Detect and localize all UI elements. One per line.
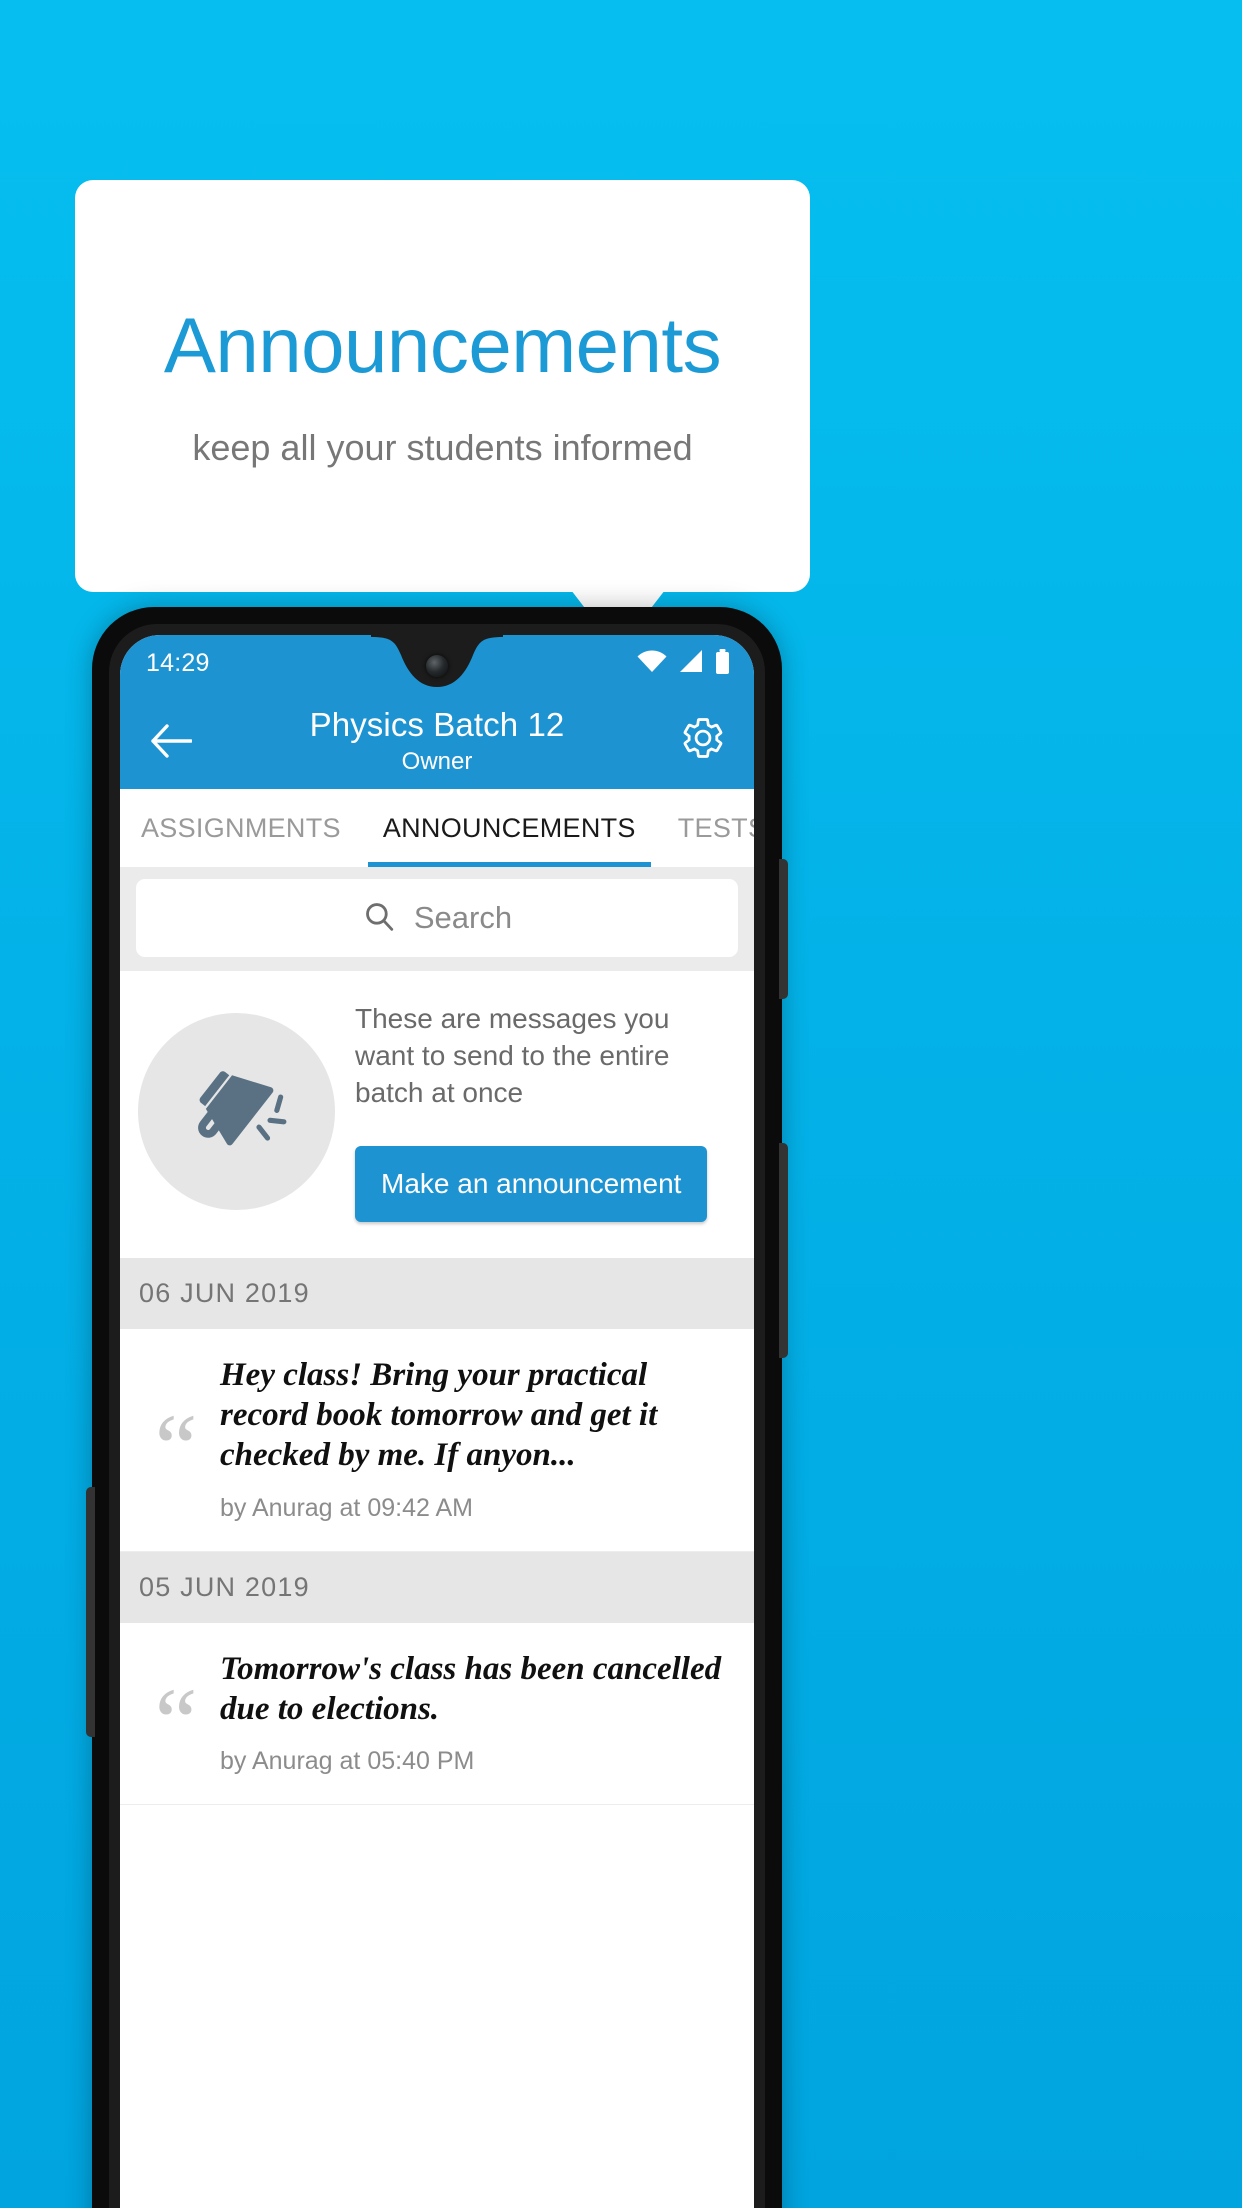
make-announcement-button[interactable]: Make an announcement (355, 1145, 708, 1222)
screenshot-stage: Announcements keep all your students inf… (0, 0, 1242, 2208)
gear-icon (680, 715, 726, 766)
search-placeholder-text: Search (413, 900, 513, 935)
megaphone-icon (181, 1053, 293, 1170)
promo-callout-card: Announcements keep all your students inf… (75, 180, 810, 592)
wifi-icon (637, 649, 667, 678)
tab-tests[interactable]: TESTS (657, 789, 754, 867)
empty-state-text: These are messages you want to send to t… (355, 1003, 670, 1108)
app-bar: Physics Batch 12 Owner (120, 692, 754, 789)
announcement-list-item[interactable]: “ Hey class! Bring your practical record… (120, 1328, 754, 1552)
announcement-list-item[interactable]: “ Tomorrow's class has been cancelled du… (120, 1622, 754, 1806)
tab-announcements[interactable]: ANNOUNCEMENTS (362, 789, 657, 867)
megaphone-icon-circle (138, 1012, 335, 1210)
phone-left-volume-button[interactable] (86, 1487, 95, 1737)
empty-state-content: These are messages you want to send to t… (355, 1001, 730, 1222)
quote-icon: “ (154, 1394, 198, 1502)
phone-power-button[interactable] (779, 859, 788, 999)
announcement-body: Hey class! Bring your practical record b… (220, 1355, 742, 1523)
app-bar-title-group: Physics Batch 12 Owner (200, 708, 674, 774)
back-button[interactable] (142, 712, 200, 770)
announcement-text: Hey class! Bring your practical record b… (220, 1356, 658, 1474)
announcement-meta: by Anurag at 05:40 PM (220, 1747, 475, 1776)
tab-bar: ASSIGNMENTS ANNOUNCEMENTS TESTS V (120, 789, 754, 867)
date-header: 05 JUN 2019 (120, 1551, 754, 1623)
phone-right-volume-button[interactable] (779, 1143, 788, 1358)
announcement-text: Tomorrow's class has been cancelled due … (220, 1650, 722, 1727)
page-title: Physics Batch 12 (309, 705, 565, 743)
search-icon (362, 899, 396, 938)
announcement-meta: by Anurag at 09:42 AM (220, 1493, 473, 1522)
empty-state-card: These are messages you want to send to t… (120, 971, 754, 1258)
announcement-body: Tomorrow's class has been cancelled due … (220, 1649, 742, 1777)
page-subtitle: Owner (401, 747, 473, 775)
status-bar-icons (637, 648, 730, 679)
settings-button[interactable] (674, 712, 732, 770)
promo-subtitle: keep all your students informed (192, 427, 693, 468)
date-header: 06 JUN 2019 (120, 1257, 754, 1329)
quote-icon: “ (154, 1667, 198, 1775)
front-camera-icon (426, 655, 448, 677)
battery-icon (715, 648, 730, 679)
tab-assignments[interactable]: ASSIGNMENTS (120, 789, 362, 867)
status-bar-time: 14:29 (146, 649, 210, 677)
cellular-signal-icon (678, 649, 704, 678)
search-input[interactable]: Search (136, 879, 738, 957)
phone-screen: 14:29 Physics Batch 12 Owner ASSIGNMENTS… (120, 635, 754, 2208)
promo-title: Announcements (163, 301, 722, 389)
phone-device: 14:29 Physics Batch 12 Owner ASSIGNMENTS… (86, 607, 788, 2208)
search-strip: Search (120, 867, 754, 971)
